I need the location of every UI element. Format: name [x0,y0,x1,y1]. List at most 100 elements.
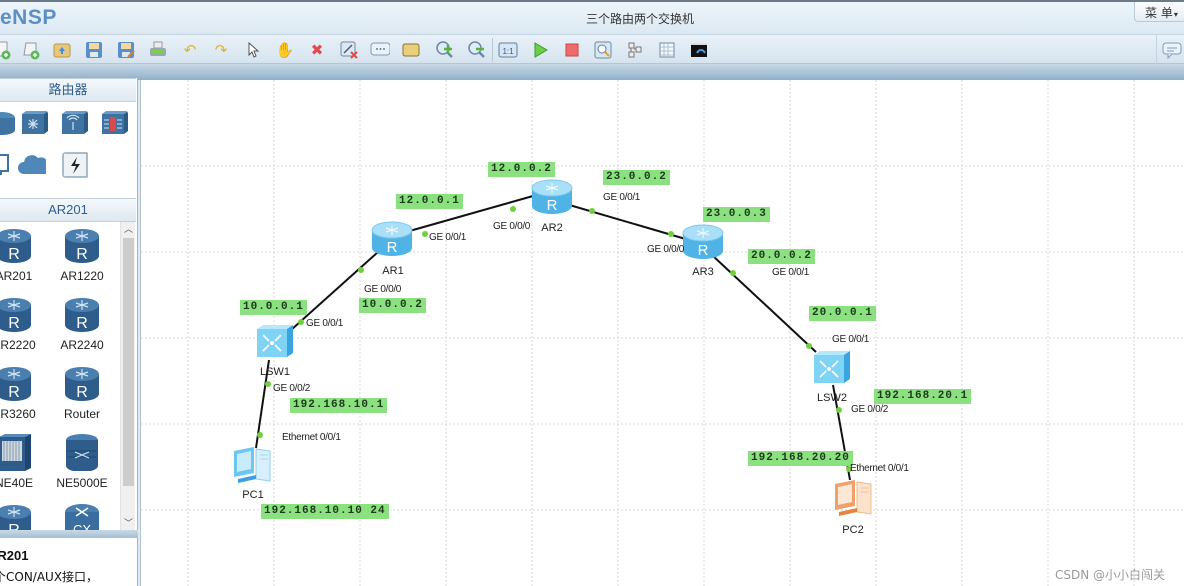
router-AR3[interactable]: R [681,223,725,261]
port-dot-PC1 [257,432,263,438]
actual-size-icon: 1:1 [498,42,518,58]
switch-icon [814,351,850,383]
router-AR1[interactable]: R [370,220,414,258]
scrollbar-thumb[interactable] [123,238,134,486]
scroll-down-icon[interactable]: ﹀ [121,516,136,530]
device-item-label: AR2220 [0,338,36,352]
svg-text:1:1: 1:1 [502,47,514,56]
port-label-lsw2-g002: GE 0/0/2 [851,404,889,415]
device-item[interactable]: R AR1220 [52,222,112,290]
ip-label-lsw2-g002[interactable]: 192.168.20.1 [874,389,972,404]
topology-canvas[interactable]: R R R AR1 AR2 AR3 LSW1 LSW2 PC1 PC2 12.0… [140,80,1184,586]
ip-label-ar2-g000[interactable]: 12.0.0.2 [488,162,555,177]
save-button[interactable] [84,40,104,60]
ip-label-ar2-g001[interactable]: 23.0.0.2 [603,170,670,185]
play-icon [534,42,548,58]
port-dot-LSW2 [836,407,842,413]
ip-label-lsw1-g002[interactable]: 192.168.10.1 [290,398,388,413]
cloud-icon[interactable] [18,152,46,178]
save-as-button[interactable] [116,40,136,60]
switch-LSW2[interactable] [812,349,852,387]
new-topology-button[interactable] [0,40,12,60]
zoom-out-button[interactable] [467,40,487,60]
device-item[interactable]: R AR201 [0,222,44,290]
device-item[interactable]: NE40E [0,429,44,497]
capture-button[interactable] [593,40,613,60]
wireless-icon[interactable] [60,110,88,136]
device-item-label: AR3260 [0,407,36,421]
pointer-icon [248,41,260,58]
chevron-down-icon: ▾ [1173,10,1178,19]
delete-link-button[interactable] [339,40,359,60]
router-icon: R [65,367,99,401]
cli-button[interactable] [689,40,709,60]
pc-PC1[interactable] [230,445,276,485]
firewall-icon[interactable] [100,110,128,136]
device-list-scrollbar[interactable]: ︿ ﹀ [120,222,135,530]
pc-PC2[interactable] [831,478,877,520]
watermark: CSDN @小小白闯关 [1055,568,1166,582]
actual-size-button[interactable]: 1:1 [498,40,518,60]
stop-device-button[interactable] [562,40,582,60]
svg-text:R: R [547,197,558,214]
palette-button[interactable] [401,40,421,60]
router-icon[interactable] [0,110,16,136]
topology-button[interactable] [625,40,645,60]
save-as-icon [118,42,135,58]
start-device-button[interactable] [530,40,550,60]
redo-button[interactable]: ↷ [211,40,231,60]
app-logo: eNSP [0,6,57,29]
ip-label-lsw1-g001[interactable]: 10.0.0.1 [240,300,307,315]
device-item[interactable]: R AR3260 [0,360,44,428]
svg-text:CX: CX [73,522,91,530]
new-example-button[interactable] [21,40,41,60]
port-label-pc2-eth: Ethernet 0/0/1 [850,463,909,474]
delete-button[interactable]: ✖ [307,40,327,60]
window-title: 三个路由两个交换机 [585,12,694,26]
port-dot-AR3 [730,270,736,276]
ip-label-pc1[interactable]: 192.168.10.10 24 [261,504,389,519]
node-label-LSW2: LSW2 [817,392,847,404]
main-menu-button[interactable]: 菜 单▾ [1134,2,1184,22]
ip-label-lsw2-g001[interactable]: 20.0.0.1 [809,306,876,321]
device-item[interactable]: R AR2220 [0,291,44,359]
device-item[interactable]: R [0,498,44,530]
pc-icon [234,447,271,483]
ip-label-pc2[interactable]: 192.168.20.20 [748,451,853,466]
router-icon: R [65,229,99,263]
zoom-in-button[interactable] [435,40,455,60]
toolbar-separator [492,38,493,62]
router-icon: R [0,229,31,263]
other-device-icon[interactable] [62,152,90,178]
ip-label-ar1-g001[interactable]: 12.0.0.1 [396,194,463,209]
ip-label-ar3-g001[interactable]: 20.0.0.2 [748,249,815,264]
ip-label-ar1-g000[interactable]: 10.0.0.2 [359,298,426,313]
chat-button[interactable] [1156,35,1184,65]
switch-icon[interactable] [20,110,48,136]
device-item[interactable]: NE5000E [52,429,112,497]
ip-label-ar3-g000[interactable]: 23.0.0.3 [703,207,770,222]
undo-button[interactable]: ↶ [180,40,200,60]
open-button[interactable] [52,40,72,60]
toolbar-bottom-strip [0,64,1184,80]
router-icon: R [0,298,31,332]
grid-button[interactable] [657,40,677,60]
print-button[interactable] [148,40,168,60]
scroll-up-icon[interactable]: ︿ [121,222,136,236]
svg-text:R: R [76,384,88,401]
panel-divider [0,530,138,538]
pc-icon[interactable] [0,152,14,178]
chassis-router-icon [0,434,31,471]
switch-LSW1[interactable] [255,323,295,361]
port-label-ar2-g000: GE 0/0/0 [493,221,531,232]
port-dot-AR2 [589,208,595,214]
pan-button[interactable]: ✋ [275,40,295,60]
device-item[interactable]: R Router [52,360,112,428]
device-item[interactable]: CX [52,498,112,530]
palette-icon [402,43,420,57]
device-item[interactable]: R AR2240 [52,291,112,359]
select-button[interactable] [243,40,263,60]
router-AR2[interactable]: R [530,178,574,216]
hand-icon: ✋ [275,41,295,59]
add-text-button[interactable] [370,40,390,60]
